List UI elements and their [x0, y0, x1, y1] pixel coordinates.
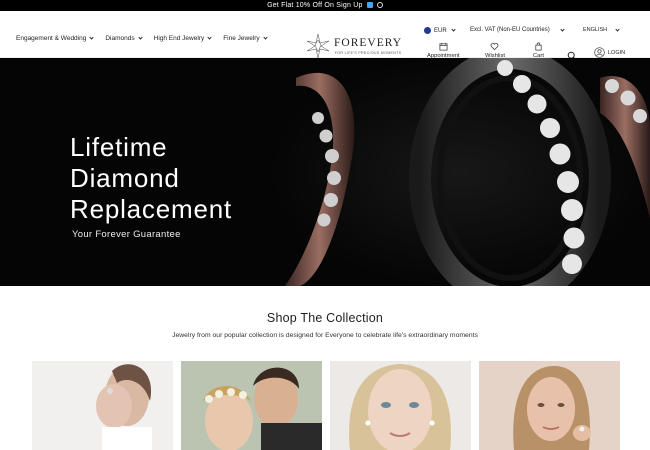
brand-name: FOREVERY	[334, 36, 403, 49]
appointment-button[interactable]: Appointment	[427, 42, 460, 59]
nav-item-high-end-jewelry[interactable]: High End Jewelry	[154, 35, 212, 42]
brand-tagline: FOR LIFE'S PRECIOUS MOMENTS	[334, 50, 402, 55]
user-icon	[594, 47, 605, 58]
chevron-down-icon	[615, 26, 620, 32]
collection-description: Jewelry from our popular collection is d…	[172, 332, 478, 339]
currency-value: EUR	[434, 27, 447, 34]
brand-logo[interactable]: FOREVERY FOR LIFE'S PRECIOUS MOMENTS	[305, 33, 402, 59]
model-hands-image	[32, 361, 173, 450]
eu-flag-icon	[424, 27, 431, 34]
nav-item-label: Fine Jewelry	[223, 35, 260, 42]
nav-item-label: High End Jewelry	[153, 35, 205, 42]
nav-item-label: Diamonds	[105, 35, 135, 42]
login-label: LOGIN	[608, 49, 626, 56]
hero-banner[interactable]: Lifetime Diamond Replacement Your Foreve…	[0, 58, 650, 286]
main-nav: Engagement & Wedding Diamonds High End J…	[16, 35, 268, 42]
login-button[interactable]: LOGIN	[594, 47, 625, 58]
collection-card[interactable]	[181, 361, 322, 450]
collection-cards	[32, 361, 620, 450]
bag-icon	[535, 42, 542, 51]
vat-value: Excl. VAT (Non-EU Countries)	[470, 27, 550, 33]
nav-item-diamonds[interactable]: Diamonds	[105, 35, 143, 42]
collection-title: Shop The Collection	[266, 311, 384, 325]
couple-wedding-image	[181, 361, 322, 450]
wishlist-button[interactable]: Wishlist	[485, 42, 505, 59]
heart-icon	[491, 43, 499, 51]
chevron-down-icon	[560, 26, 565, 32]
nav-item-label: Engagement & Wedding	[16, 35, 87, 42]
diamond-star-icon	[306, 33, 330, 59]
ring-icon	[376, 2, 383, 8]
collection-card[interactable]	[32, 361, 173, 450]
collection-card[interactable]	[330, 361, 471, 450]
chevron-down-icon	[451, 27, 456, 32]
nav-item-fine-jewelry[interactable]: Fine Jewelry	[223, 35, 268, 42]
collection-card[interactable]	[479, 361, 620, 450]
announcement-bar[interactable]: Get Flat 10% Off On Sign Up	[0, 0, 650, 11]
model-earrings-image	[479, 361, 620, 450]
collection-section: Shop The Collection Jewelry from our pop…	[0, 286, 650, 339]
chevron-down-icon	[89, 35, 94, 40]
cart-button[interactable]: Cart	[533, 42, 544, 59]
calendar-icon	[439, 42, 448, 51]
vat-selector[interactable]: Excl. VAT (Non-EU Countries)	[470, 26, 565, 33]
announcement-text: Get Flat 10% Off On Sign Up	[267, 2, 363, 9]
chevron-down-icon	[207, 35, 212, 40]
language-selector[interactable]: ENGLISH	[583, 26, 620, 33]
currency-selector[interactable]: EUR	[424, 27, 456, 34]
chevron-down-icon	[263, 35, 268, 40]
chevron-down-icon	[138, 35, 143, 40]
language-value: ENGLISH	[583, 27, 608, 33]
gift-icon	[366, 2, 373, 8]
nav-item-engagement-wedding[interactable]: Engagement & Wedding	[16, 35, 94, 42]
site-header: Engagement & Wedding Diamonds High End J…	[0, 11, 650, 61]
model-portrait-image	[330, 361, 471, 450]
hero-subtitle: Your Forever Guarantee	[72, 229, 181, 240]
hero-title: Lifetime Diamond Replacement	[70, 132, 232, 224]
